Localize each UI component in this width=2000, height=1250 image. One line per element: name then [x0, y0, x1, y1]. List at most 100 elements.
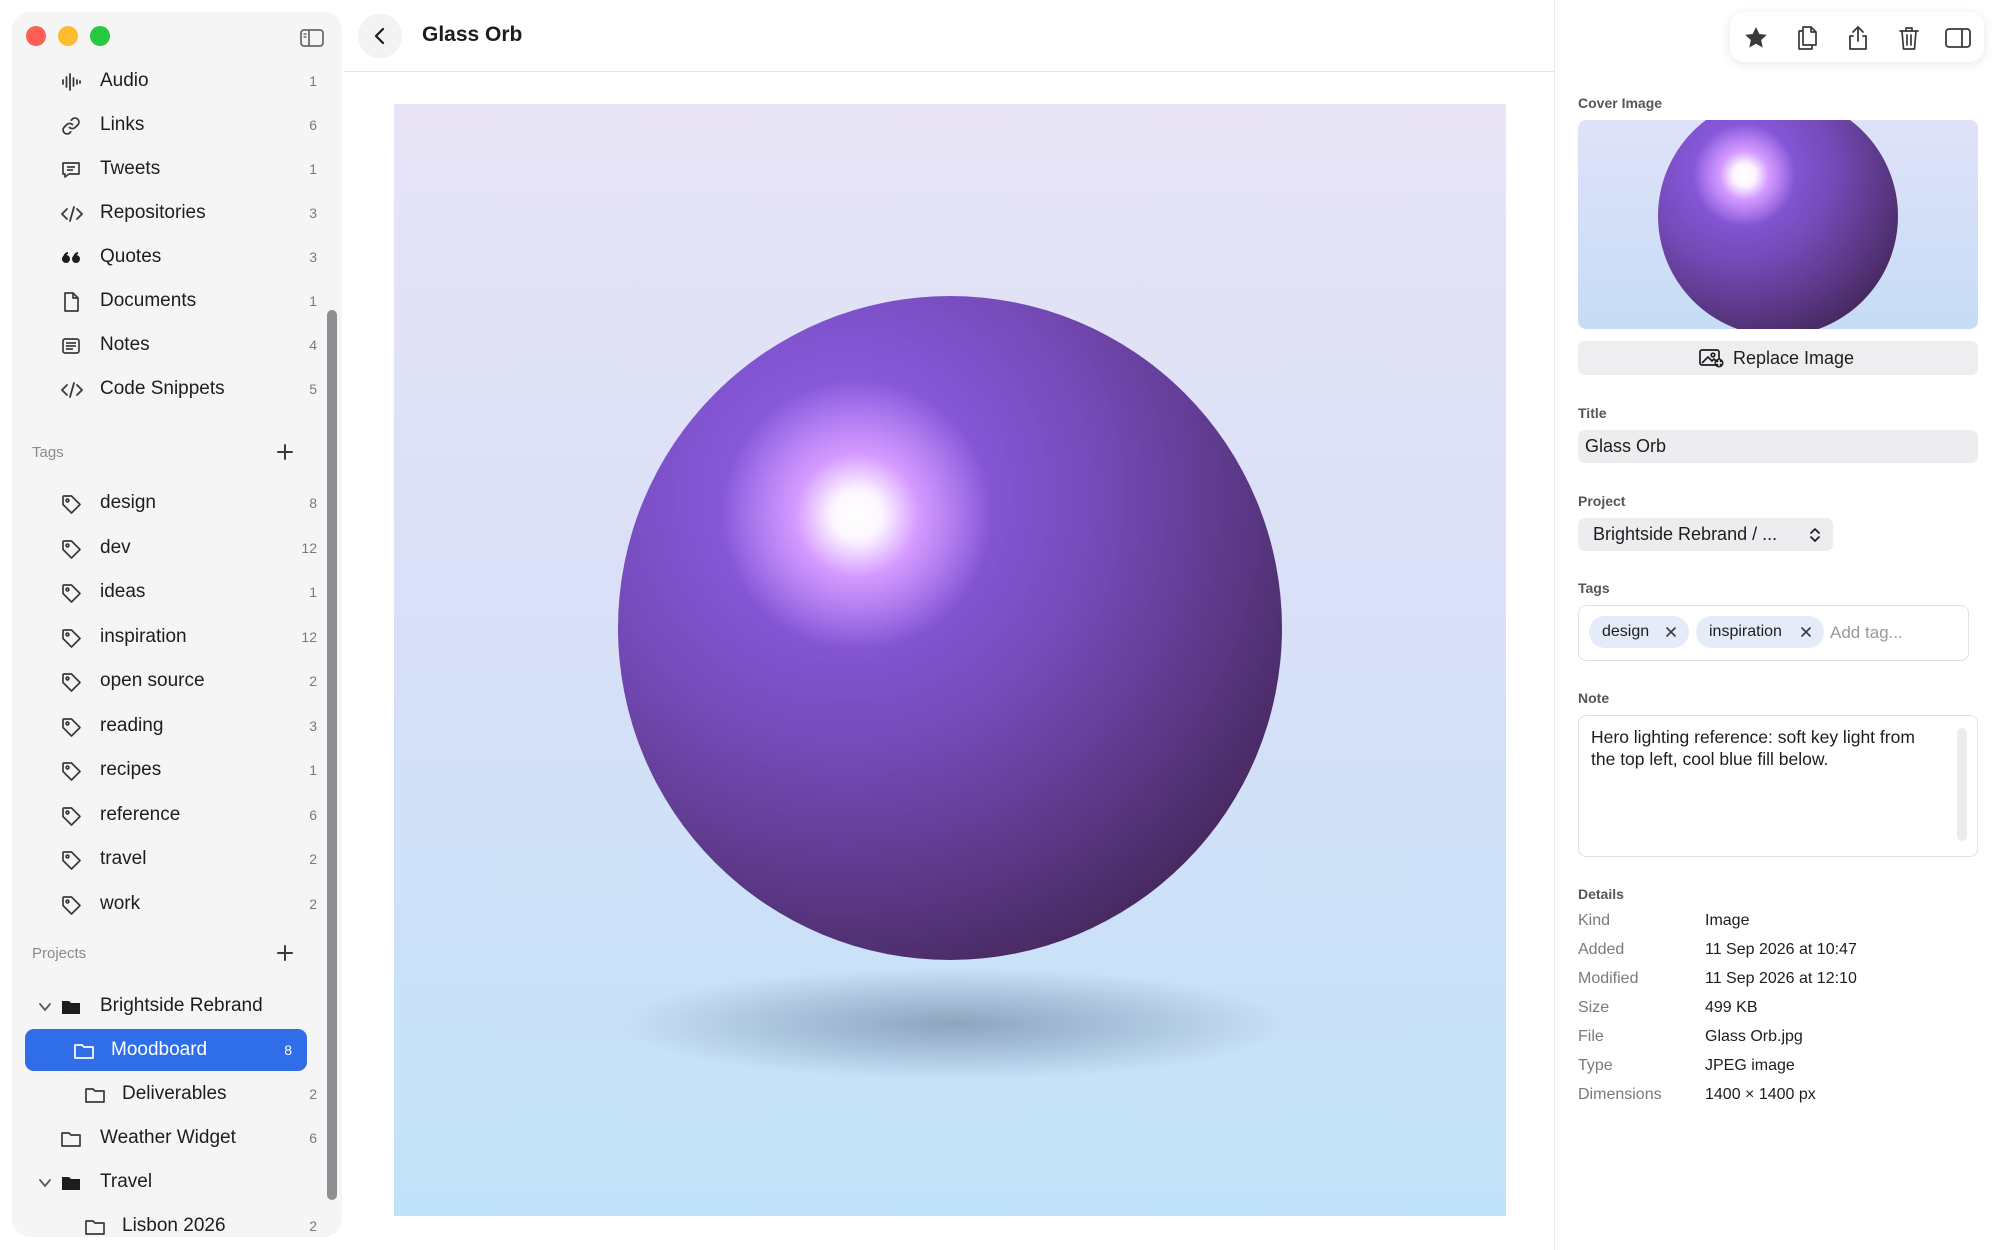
detail-key: Kind — [1578, 912, 1611, 929]
chevron-down-icon[interactable] — [38, 1000, 52, 1014]
projects-section-heading: Projects — [32, 945, 87, 962]
tag-chip-design[interactable]: design — [1589, 616, 1689, 648]
sidebar-item-repositories[interactable]: Repositories 3 — [24, 192, 320, 234]
sidebar-tag-open-source[interactable]: open source 2 — [24, 660, 320, 702]
detail-key: Size — [1578, 999, 1610, 1016]
star-icon[interactable] — [1742, 24, 1770, 52]
sidebar-item-label: travel — [100, 848, 147, 869]
sidebar-project-deliverables[interactable]: Deliverables 2 — [24, 1073, 320, 1115]
main-header — [344, 0, 1554, 72]
tag-icon — [60, 582, 82, 604]
tag-icon — [60, 716, 82, 738]
speech-bubble-icon — [60, 159, 82, 181]
sidebar-item-notes[interactable]: Notes 4 — [24, 324, 320, 366]
remove-tag-icon[interactable] — [1799, 625, 1813, 639]
sidebar-project-brightside-rebrand[interactable]: Brightside Rebrand — [24, 985, 320, 1027]
sidebar-item-label: open source — [100, 670, 205, 691]
tags-field[interactable]: design inspiration — [1578, 605, 1969, 661]
sidebar-tag-reference[interactable]: reference 6 — [24, 794, 320, 836]
sidebar-item-count: 6 — [309, 1130, 317, 1146]
sidebar-item-count: 1 — [309, 762, 317, 778]
sidebar-tag-reading[interactable]: reading 3 — [24, 705, 320, 747]
back-button[interactable] — [358, 14, 402, 58]
add-project-plus-icon[interactable] — [274, 942, 296, 964]
sidebar-tag-design[interactable]: design 8 — [24, 482, 320, 524]
sidebar-item-label: work — [100, 892, 141, 914]
title-field[interactable] — [1578, 430, 1978, 463]
sidebar-tag-work[interactable]: work 2 — [24, 883, 320, 925]
copy-icon[interactable] — [1793, 24, 1821, 52]
sidebar-item-tweets[interactable]: Tweets 1 — [24, 148, 320, 190]
close-window-button[interactable] — [26, 26, 46, 46]
trash-icon[interactable] — [1895, 24, 1923, 52]
zoom-window-button[interactable] — [90, 26, 110, 46]
folder-icon — [60, 1128, 82, 1150]
detail-key: Added — [1578, 941, 1625, 958]
sidebar-project-moodboard[interactable]: Moodboard 8 — [25, 1029, 307, 1071]
tag-icon — [60, 805, 82, 827]
sidebar-item-label: Documents — [100, 290, 197, 311]
detail-key: Modified — [1578, 970, 1639, 987]
sidebar-item-label: Links — [100, 114, 145, 135]
detail-value: 1400 × 1400 px — [1705, 1086, 1816, 1103]
sidebar-project-weather-widget[interactable]: Weather Widget 6 — [24, 1117, 320, 1159]
share-icon[interactable] — [1844, 24, 1872, 52]
sidebar-item-count: 2 — [309, 673, 317, 689]
cover-image[interactable] — [1578, 120, 1978, 329]
code-icon — [60, 203, 83, 225]
tag-chip-inspiration[interactable]: inspiration — [1696, 616, 1824, 648]
sidebar-item-quotes[interactable]: Quotes 3 — [24, 236, 320, 278]
project-label: Project — [1578, 493, 1626, 509]
detail-value: JPEG image — [1705, 1057, 1795, 1074]
sidebar-item-label: inspiration — [100, 625, 187, 647]
note-label: Note — [1578, 690, 1610, 706]
sidebar-tag-travel[interactable]: travel 2 — [24, 838, 320, 880]
sidebar-item-label: recipes — [100, 759, 162, 780]
sidebar-item-code-snippets[interactable]: Code Snippets 5 — [24, 368, 320, 410]
tag-chip-label: design — [1602, 623, 1650, 640]
tag-icon — [60, 894, 82, 916]
folder-filled-icon — [60, 996, 82, 1018]
sidebar-project-travel[interactable]: Travel — [24, 1161, 320, 1203]
inspector-divider — [1554, 0, 1555, 1250]
sidebar-item-count: 8 — [309, 495, 317, 511]
note-scrollbar[interactable] — [1957, 728, 1967, 841]
detail-value: Glass Orb.jpg — [1705, 1028, 1803, 1045]
sidebar-item-count: 1 — [309, 73, 317, 89]
sidebar-item-label: reading — [100, 714, 164, 736]
sidebar-tag-dev[interactable]: dev 12 — [24, 527, 320, 569]
add-tag-plus-icon[interactable] — [274, 441, 296, 463]
sidebar-item-links[interactable]: Links 6 — [24, 104, 320, 146]
sidebar-scrollbar-thumb[interactable] — [327, 310, 337, 1200]
sidebar-item-count: 1 — [309, 584, 317, 600]
page-title: Glass Orb — [422, 23, 523, 46]
sidebar-tag-recipes[interactable]: recipes 1 — [24, 749, 320, 791]
sidebar-toggle-icon[interactable] — [298, 24, 326, 52]
waveform-icon — [60, 71, 82, 93]
remove-tag-icon[interactable] — [1664, 625, 1678, 639]
chevron-down-icon[interactable] — [38, 1176, 52, 1190]
project-select[interactable]: Brightside Rebrand / ... — [1578, 518, 1833, 551]
sidebar-item-label: Travel — [100, 1171, 153, 1192]
sidebar-project-lisbon-2026[interactable]: Lisbon 2026 2 — [24, 1205, 320, 1237]
sidebar-item-audio[interactable]: Audio 1 — [24, 60, 320, 102]
sidebar-item-label: reference — [100, 803, 181, 825]
sidebar-item-count: 2 — [309, 1086, 317, 1102]
note-field[interactable]: Hero lighting reference: soft key light … — [1578, 715, 1978, 857]
minimize-window-button[interactable] — [58, 26, 78, 46]
add-tag-input[interactable] — [1830, 620, 1960, 646]
inspector-toggle-icon[interactable] — [1944, 24, 1972, 52]
hero-image — [394, 104, 1506, 1216]
sidebar-item-documents[interactable]: Documents 1 — [24, 280, 320, 322]
folder-filled-icon — [60, 1172, 82, 1194]
replace-image-button[interactable]: Replace Image — [1578, 341, 1978, 375]
sidebar-item-label: Audio — [100, 70, 149, 91]
chevron-updown-icon — [1810, 528, 1820, 542]
sidebar-tag-inspiration[interactable]: inspiration 12 — [24, 616, 320, 658]
detail-value: Image — [1705, 912, 1750, 929]
code-icon — [60, 379, 83, 401]
detail-value: 11 Sep 2026 at 10:47 — [1705, 941, 1857, 958]
note-text[interactable]: Hero lighting reference: soft key light … — [1591, 726, 1941, 770]
tag-icon — [60, 493, 82, 515]
sidebar-tag-ideas[interactable]: ideas 1 — [24, 571, 320, 613]
